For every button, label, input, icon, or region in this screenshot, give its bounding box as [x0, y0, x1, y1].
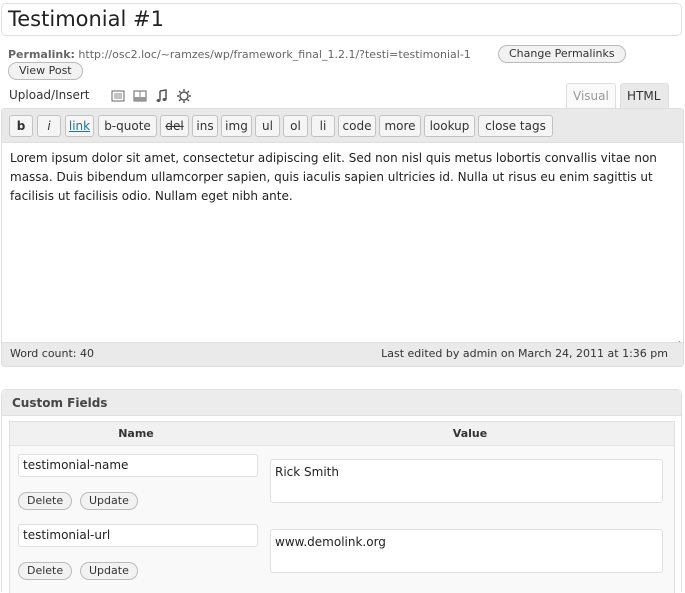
last-edited: Last edited by admin on March 24, 2011 a…	[381, 347, 668, 360]
quicktag-del-button[interactable]: del	[160, 115, 189, 137]
custom-fields-table: Name Value testimonial-name Delete Updat…	[9, 421, 675, 593]
quicktag-more-button[interactable]: more	[379, 115, 421, 137]
resize-grip-icon[interactable]	[673, 333, 681, 348]
quicktag-bold-button[interactable]: b	[9, 115, 33, 137]
quicktag-img-button[interactable]: img	[221, 115, 252, 137]
editor-status-bar: Word count: 40 Last edited by admin on M…	[2, 342, 683, 366]
column-header-value: Value	[452, 427, 488, 440]
permalink-row: Permalink: http://osc2.loc/~ramzes/wp/fr…	[8, 46, 471, 64]
view-post-button[interactable]: View Post	[8, 62, 83, 80]
quicktag-link-button[interactable]: link	[65, 115, 94, 137]
quicktags-toolbar: b i link b-quote del ins img ul ol li co…	[2, 109, 683, 143]
quicktag-li-button[interactable]: li	[311, 115, 335, 137]
editor: b i link b-quote del ins img ul ol li co…	[1, 108, 684, 367]
change-permalinks-button[interactable]: Change Permalinks	[498, 45, 626, 63]
video-icon[interactable]	[132, 88, 148, 104]
quicktag-ul-button[interactable]: ul	[255, 115, 280, 137]
quicktag-bquote-button[interactable]: b-quote	[98, 115, 157, 137]
quicktag-close-tags-button[interactable]: close tags	[478, 115, 553, 137]
quicktag-italic-button[interactable]: i	[37, 115, 61, 137]
custom-field-key-input[interactable]: testimonial-url	[18, 524, 258, 547]
audio-icon[interactable]	[154, 88, 170, 104]
tab-html[interactable]: HTML	[620, 83, 669, 108]
permalink-url[interactable]: http://osc2.loc/~ramzes/wp/framework_fin…	[78, 48, 470, 61]
permalink-label: Permalink:	[8, 48, 75, 61]
update-button[interactable]: Update	[80, 492, 138, 510]
custom-fields-header[interactable]: Custom Fields	[2, 390, 681, 416]
upload-icons	[110, 88, 192, 104]
word-count: Word count: 40	[10, 347, 95, 360]
quicktag-ins-button[interactable]: ins	[192, 115, 218, 137]
quicktag-lookup-button[interactable]: lookup	[424, 115, 475, 137]
custom-field-key-input[interactable]: testimonial-name	[18, 454, 258, 477]
custom-field-value-textarea[interactable]: Rick Smith	[270, 459, 663, 503]
custom-field-value-textarea[interactable]: www.demolink.org	[270, 529, 663, 573]
quicktag-ol-button[interactable]: ol	[283, 115, 308, 137]
tab-visual[interactable]: Visual	[566, 83, 616, 108]
update-button[interactable]: Update	[80, 562, 138, 580]
image-icon[interactable]	[110, 88, 126, 104]
media-icon[interactable]	[176, 88, 192, 104]
custom-fields-title: Custom Fields	[12, 396, 108, 410]
quicktag-code-button[interactable]: code	[338, 115, 376, 137]
delete-button[interactable]: Delete	[18, 562, 73, 580]
upload-insert-label: Upload/Insert	[9, 88, 90, 102]
column-header-name: Name	[118, 427, 154, 440]
content-textarea[interactable]: Lorem ipsum dolor sit amet, consectetur …	[10, 149, 674, 206]
delete-button[interactable]: Delete	[18, 492, 73, 510]
post-title-input[interactable]: Testimonial #1	[1, 3, 682, 36]
custom-fields-box: Custom Fields Name Value testimonial-nam…	[1, 389, 682, 593]
